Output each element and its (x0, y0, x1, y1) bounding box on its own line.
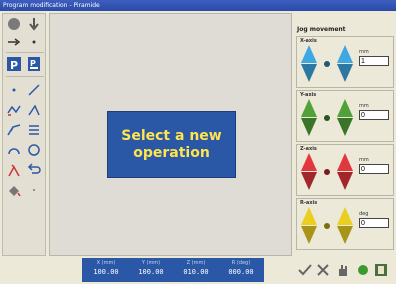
jog-center-dot (324, 115, 330, 121)
jog-plus-up-arrow[interactable] (337, 45, 353, 63)
jog-plus-down-arrow[interactable] (337, 64, 353, 82)
svg-text:P: P (10, 59, 18, 71)
y-axis-unit: mm (359, 103, 369, 109)
program-icon[interactable]: P (27, 57, 41, 71)
x-axis-panel: X-axis mm (296, 36, 394, 88)
jog-center-dot (324, 169, 330, 175)
cancel-icon[interactable] (316, 263, 330, 277)
x-axis-step-input[interactable] (359, 56, 389, 66)
circle-tool-icon[interactable] (7, 17, 21, 31)
coord-y: Y (mm) 100.00 (129, 260, 173, 278)
r-axis-unit: deg (359, 211, 369, 217)
toolbox: P P (2, 13, 46, 256)
x-axis-jog-arrows[interactable] (301, 43, 355, 85)
arc-icon[interactable] (7, 143, 21, 157)
select-operation-popup: Select a new operation (107, 111, 236, 178)
jog-center-dot (324, 61, 330, 67)
jog-minus-down-arrow[interactable] (301, 226, 317, 244)
down-arrow-icon[interactable] (27, 17, 41, 31)
svg-text:P: P (30, 59, 36, 68)
jog-plus-down-arrow[interactable] (337, 226, 353, 244)
coord-z: Z (mm) 010.00 (174, 260, 218, 278)
jog-plus-down-arrow[interactable] (337, 172, 353, 190)
coord-y-label: Y (mm) (141, 260, 161, 266)
hand-icon[interactable] (336, 263, 350, 277)
point-icon[interactable] (7, 83, 21, 97)
dot-small-icon[interactable] (27, 183, 41, 197)
jog-plus-up-arrow[interactable] (337, 153, 353, 171)
jog-minus-down-arrow[interactable] (301, 64, 317, 82)
y-axis-jog-arrows[interactable] (301, 97, 355, 139)
jog-title: Jog movement (297, 26, 346, 33)
jog-center-dot (324, 223, 330, 229)
curve-icon[interactable] (7, 123, 21, 137)
paint-icon[interactable] (7, 183, 21, 197)
coord-z-label: Z (mm) (186, 260, 206, 266)
coord-r-label: R (deg) (231, 260, 251, 266)
z-axis-panel: Z-axis mm (296, 144, 394, 196)
jog-minus-down-arrow[interactable] (301, 118, 317, 136)
z-axis-unit: mm (359, 157, 369, 163)
coord-x: X (mm) 100.00 (84, 260, 128, 278)
z-axis-jog-arrows[interactable] (301, 151, 355, 193)
green-dot-icon[interactable] (356, 263, 370, 277)
jog-plus-up-arrow[interactable] (337, 207, 353, 225)
check-icon[interactable] (298, 263, 312, 277)
coord-x-label: X (mm) (96, 260, 116, 266)
angle-icon[interactable] (27, 103, 41, 117)
z-axis-step-input[interactable] (359, 164, 389, 174)
jog-minus-up-arrow[interactable] (301, 207, 317, 225)
line-extend-icon[interactable] (7, 35, 21, 49)
line-icon[interactable] (27, 83, 41, 97)
jog-minus-up-arrow[interactable] (301, 45, 317, 63)
jog-plus-up-arrow[interactable] (337, 99, 353, 117)
y-axis-panel: Y-axis mm (296, 90, 394, 142)
r-axis-step-input[interactable] (359, 218, 389, 228)
dot-small-icon[interactable] (27, 35, 41, 49)
circle-icon[interactable] (27, 143, 41, 157)
coord-y-value: 100.00 (138, 268, 164, 276)
jog-minus-up-arrow[interactable] (301, 153, 317, 171)
window-title: Program modification - Piramide (0, 0, 396, 11)
r-axis-panel: R-axis deg (296, 198, 394, 250)
jog-plus-down-arrow[interactable] (337, 118, 353, 136)
coord-z-value: 010.00 (183, 268, 209, 276)
y-axis-step-input[interactable] (359, 110, 389, 120)
popup-message: Select a new operation (121, 127, 222, 161)
r-axis-jog-arrows[interactable] (301, 205, 355, 247)
jog-minus-down-arrow[interactable] (301, 172, 317, 190)
p-icon[interactable]: P (7, 57, 21, 71)
coord-r-value: 000.00 (228, 268, 254, 276)
coord-x-value: 100.00 (93, 268, 119, 276)
coord-r: R (deg) 000.00 (219, 260, 263, 278)
polyline-icon[interactable] (7, 103, 21, 117)
jog-minus-up-arrow[interactable] (301, 99, 317, 117)
lambda-icon[interactable] (7, 163, 21, 177)
undo-icon[interactable] (27, 163, 41, 177)
coordinate-readout: X (mm) 100.00 Y (mm) 100.00 Z (mm) 010.0… (82, 258, 264, 282)
action-bar (296, 263, 394, 279)
hatch-icon[interactable] (27, 123, 41, 137)
exit-icon[interactable] (374, 263, 388, 277)
x-axis-unit: mm (359, 49, 369, 55)
